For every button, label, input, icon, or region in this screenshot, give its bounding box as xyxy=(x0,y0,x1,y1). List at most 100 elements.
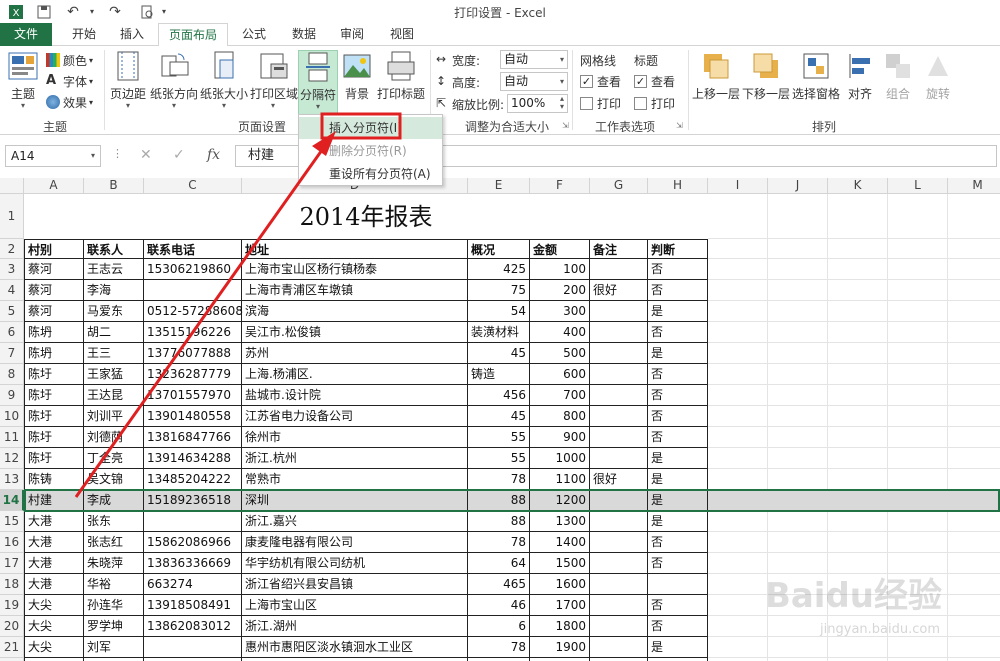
data-cell[interactable]: 800 xyxy=(530,406,590,427)
cell-J7[interactable] xyxy=(768,343,828,364)
column-header-G[interactable]: G xyxy=(590,178,648,194)
data-cell[interactable]: 王三 xyxy=(84,343,144,364)
data-cell[interactable]: 13485204222 xyxy=(144,469,242,490)
data-cell[interactable]: 是 xyxy=(648,469,708,490)
data-cell[interactable]: 200 xyxy=(530,280,590,301)
data-cell[interactable]: 大港 xyxy=(24,553,84,574)
data-cell[interactable]: 陈铸 xyxy=(24,469,84,490)
column-header-H[interactable]: H xyxy=(648,178,708,194)
cell-J3[interactable] xyxy=(768,259,828,280)
data-cell[interactable]: 900 xyxy=(530,427,590,448)
data-cell[interactable] xyxy=(590,385,648,406)
data-cell[interactable] xyxy=(590,532,648,553)
cell-L11[interactable] xyxy=(888,427,948,448)
data-cell[interactable]: 13776077888 xyxy=(144,343,242,364)
row-header-13[interactable]: 13 xyxy=(0,469,24,490)
row-header-10[interactable]: 10 xyxy=(0,406,24,427)
data-cell[interactable]: 陈坍 xyxy=(24,343,84,364)
effects-button[interactable]: 效果 ▾ xyxy=(46,92,93,112)
row-header-8[interactable]: 8 xyxy=(0,364,24,385)
column-title-cell[interactable]: 概况 xyxy=(468,239,530,259)
cell-J20[interactable] xyxy=(768,616,828,637)
data-cell[interactable] xyxy=(144,511,242,532)
data-cell[interactable]: 大港 xyxy=(24,532,84,553)
data-cell[interactable]: 滨海 xyxy=(242,301,468,322)
data-cell[interactable] xyxy=(590,427,648,448)
row-header-15[interactable]: 15 xyxy=(0,511,24,532)
data-cell[interactable]: 75 xyxy=(468,280,530,301)
cell-L16[interactable] xyxy=(888,532,948,553)
themes-button[interactable]: 主题 ▾ xyxy=(4,50,42,114)
data-cell[interactable]: 1500 xyxy=(530,553,590,574)
cell-J9[interactable] xyxy=(768,385,828,406)
selection-pane-button[interactable]: 选择窗格 xyxy=(792,50,840,114)
column-header-C[interactable]: C xyxy=(144,178,242,194)
data-cell[interactable]: 78 xyxy=(468,532,530,553)
tab-file[interactable]: 文件 xyxy=(0,23,52,46)
cell-J2[interactable] xyxy=(768,239,828,259)
tab-home[interactable]: 开始 xyxy=(60,23,108,46)
cell-M21[interactable] xyxy=(948,637,1000,658)
data-cell[interactable]: 13862083012 xyxy=(144,616,242,637)
data-cell[interactable]: 600 xyxy=(530,364,590,385)
group-objects-button[interactable]: 组合 xyxy=(880,50,916,114)
cell-L12[interactable] xyxy=(888,448,948,469)
data-cell[interactable]: 大港 xyxy=(24,511,84,532)
data-cell[interactable]: 康麦隆电器有限公司 xyxy=(242,532,468,553)
cell-M17[interactable] xyxy=(948,553,1000,574)
data-cell[interactable]: 浙江.杭州 xyxy=(242,448,468,469)
cell-I19[interactable] xyxy=(708,595,768,616)
scale-launcher-icon[interactable]: ⇲ xyxy=(562,121,569,130)
data-cell[interactable]: 浙江.嘉兴 xyxy=(242,511,468,532)
data-cell[interactable]: 江苏省电力设备公司 xyxy=(242,406,468,427)
tab-formulas[interactable]: 公式 xyxy=(232,23,276,46)
width-select[interactable]: 自动 ▾ xyxy=(500,50,568,69)
data-cell[interactable]: 否 xyxy=(648,364,708,385)
data-cell[interactable]: 陈圩 xyxy=(24,406,84,427)
data-cell[interactable]: 6 xyxy=(468,616,530,637)
cell-L7[interactable] xyxy=(888,343,948,364)
cell-I1[interactable] xyxy=(708,194,768,239)
row-header-16[interactable]: 16 xyxy=(0,532,24,553)
data-cell[interactable]: 1100 xyxy=(530,469,590,490)
data-cell[interactable]: 是 xyxy=(648,637,708,658)
column-header-L[interactable]: L xyxy=(888,178,948,194)
rotate-button[interactable]: 旋转 xyxy=(920,50,956,114)
data-cell[interactable]: 15862086966 xyxy=(144,532,242,553)
cell-L2[interactable] xyxy=(888,239,948,259)
data-cell[interactable]: 蔡河 xyxy=(24,301,84,322)
cell-M9[interactable] xyxy=(948,385,1000,406)
cell-L10[interactable] xyxy=(888,406,948,427)
column-title-cell[interactable]: 村别 xyxy=(24,239,84,259)
cell-I13[interactable] xyxy=(708,469,768,490)
cell-J15[interactable] xyxy=(768,511,828,532)
column-header-E[interactable]: E xyxy=(468,178,530,194)
cell-I18[interactable] xyxy=(708,574,768,595)
height-select[interactable]: 自动 ▾ xyxy=(500,72,568,91)
data-cell[interactable]: 1300 xyxy=(530,511,590,532)
cell-I11[interactable] xyxy=(708,427,768,448)
data-cell[interactable]: 否 xyxy=(648,406,708,427)
cancel-icon[interactable]: ✕ xyxy=(140,147,152,163)
data-cell[interactable] xyxy=(590,637,648,658)
headings-print-checkbox[interactable]: 打印 xyxy=(634,94,675,112)
data-cell[interactable]: 否 xyxy=(648,553,708,574)
cell-K12[interactable] xyxy=(828,448,888,469)
cell-L15[interactable] xyxy=(888,511,948,532)
cell-M7[interactable] xyxy=(948,343,1000,364)
data-cell[interactable]: 13515196226 xyxy=(144,322,242,343)
data-cell[interactable]: 425 xyxy=(468,259,530,280)
cell-M19[interactable] xyxy=(948,595,1000,616)
data-cell[interactable]: 是 xyxy=(648,301,708,322)
cell-J12[interactable] xyxy=(768,448,828,469)
data-cell[interactable]: 王达昆 xyxy=(84,385,144,406)
data-cell[interactable]: 否 xyxy=(648,532,708,553)
data-cell[interactable]: 张东 xyxy=(84,511,144,532)
data-cell[interactable]: 1800 xyxy=(530,616,590,637)
data-cell[interactable]: 陈坍 xyxy=(24,322,84,343)
data-cell[interactable]: 否 xyxy=(648,427,708,448)
data-cell[interactable]: 是 xyxy=(648,448,708,469)
print-titles-button[interactable]: 打印标题 xyxy=(376,50,426,114)
data-cell[interactable]: 陈圩 xyxy=(24,448,84,469)
sheet-title[interactable]: 2014年报表 xyxy=(24,194,708,239)
